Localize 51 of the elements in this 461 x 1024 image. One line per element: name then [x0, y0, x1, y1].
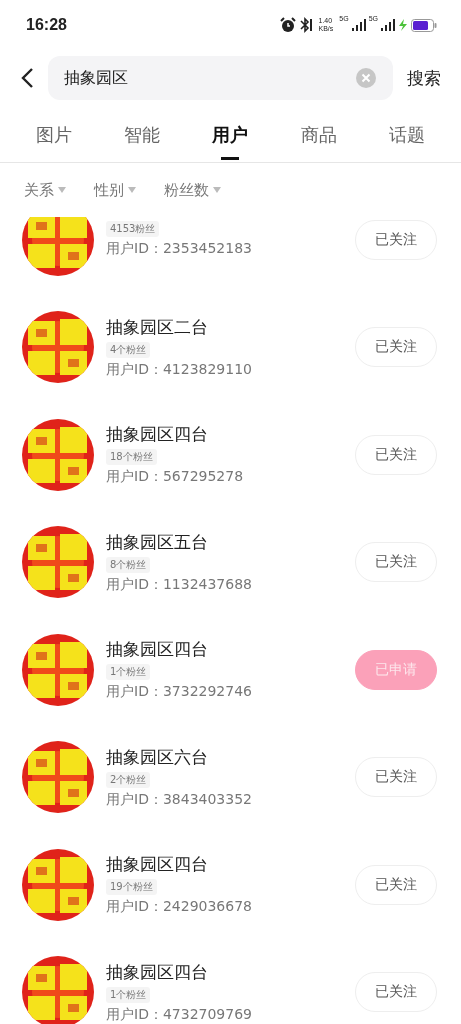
- user-id: 用户ID：567295278: [106, 468, 244, 487]
- search-field[interactable]: 抽象园区: [48, 56, 393, 100]
- user-id: 用户ID：2429036678: [106, 898, 252, 917]
- filter-dropdown[interactable]: 关系: [24, 180, 66, 200]
- user-name: 抽象园区四台: [106, 638, 208, 662]
- user-id: 用户ID：4732709769: [106, 1005, 252, 1024]
- follow-status-button[interactable]: 已关注: [355, 972, 437, 1013]
- caret-icon: [213, 187, 221, 193]
- user-name: 抽象园区四台: [106, 853, 208, 877]
- tab[interactable]: 话题: [384, 114, 429, 160]
- bluetooth-icon: [298, 17, 313, 33]
- follower-count: 4153粉丝: [106, 221, 160, 238]
- user-id: 用户ID：4123829110: [106, 360, 252, 379]
- user-name: 抽象园区四台: [106, 960, 208, 984]
- search-button[interactable]: 搜索: [407, 66, 441, 90]
- follower-count: 8个粉丝: [106, 556, 151, 573]
- follow-status-button[interactable]: 已关注: [355, 327, 437, 368]
- caret-icon: [128, 187, 136, 193]
- follower-count: 4个粉丝: [106, 341, 151, 358]
- signal-icon: [381, 19, 395, 31]
- user-name: 抽象园区五台: [106, 530, 208, 554]
- follower-count: 18个粉丝: [106, 449, 157, 466]
- user-name: 抽象园区四台: [106, 423, 208, 447]
- follower-count: 1个粉丝: [106, 664, 151, 681]
- tab[interactable]: 图片: [32, 114, 77, 160]
- battery-icon: [411, 18, 437, 32]
- user-name: 抽象园区六台: [106, 745, 208, 769]
- user-id: 用户ID：3843403352: [106, 790, 252, 809]
- signal-icon: [351, 19, 366, 31]
- tab[interactable]: 商品: [296, 114, 341, 160]
- alarm-icon: [279, 17, 296, 33]
- filter-dropdown[interactable]: 性别: [94, 180, 136, 200]
- status-time: 16:28: [26, 16, 67, 34]
- user-id: 用户ID：1132437688: [106, 575, 252, 594]
- follower-count: 2个粉丝: [106, 771, 151, 788]
- user-id: 用户ID：3732292746: [106, 683, 252, 702]
- tab[interactable]: 用户: [208, 114, 253, 160]
- user-id: 用户ID：2353452183: [106, 240, 252, 259]
- follower-count: 1个粉丝: [106, 986, 151, 1003]
- follow-status-button[interactable]: 已关注: [355, 542, 437, 583]
- caret-icon: [58, 187, 66, 193]
- back-icon[interactable]: [20, 67, 34, 89]
- follow-status-button[interactable]: 已关注: [355, 757, 437, 798]
- follow-status-button[interactable]: 已关注: [355, 219, 437, 260]
- user-name: 抽象园区二台: [106, 315, 208, 339]
- follow-status-button[interactable]: 已关注: [355, 434, 437, 475]
- follower-count: 19个粉丝: [106, 879, 157, 896]
- charging-icon: [398, 19, 408, 31]
- filter-dropdown[interactable]: 粉丝数: [164, 180, 221, 200]
- tab[interactable]: 智能: [120, 114, 165, 160]
- follow-status-button[interactable]: 已关注: [355, 864, 437, 905]
